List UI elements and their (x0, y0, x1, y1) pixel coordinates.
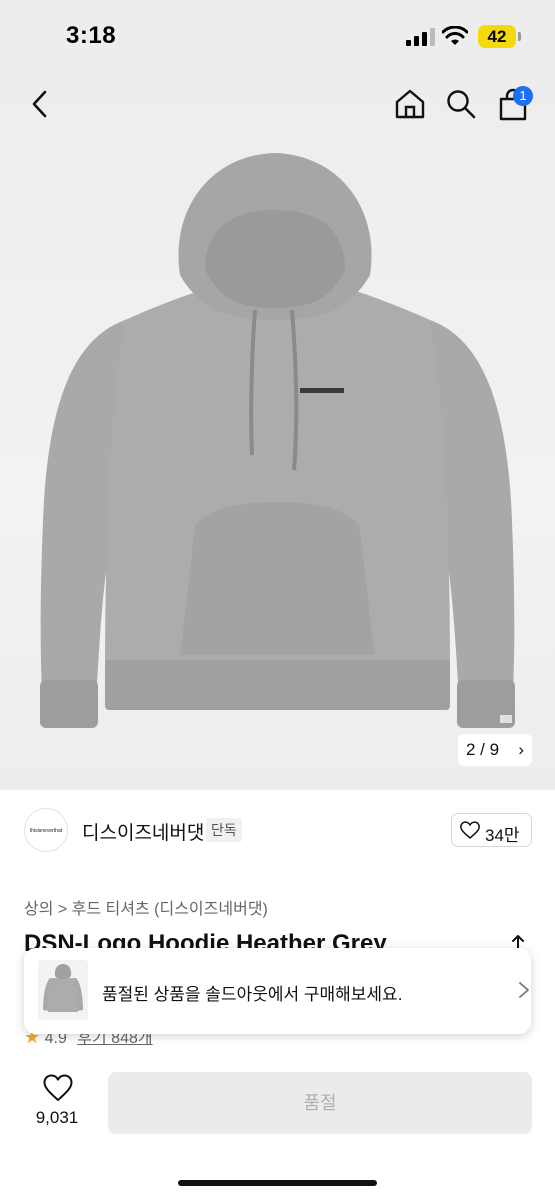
battery-tip (518, 32, 521, 41)
chevron-left-icon[interactable] (26, 88, 54, 120)
brand-name[interactable]: 디스이즈네버댓 (82, 818, 204, 845)
soldout-button[interactable]: 품절 (108, 1072, 532, 1134)
status-time: 3:18 (66, 22, 117, 49)
brand-like-count: 34만 (485, 826, 520, 845)
heart-icon (43, 1074, 73, 1101)
brand-like-button[interactable]: 34만 (451, 813, 532, 847)
status-bar: 3:18 42 (0, 0, 555, 72)
chevron-right-icon (519, 982, 529, 998)
toast-product-thumbnail (38, 960, 88, 1020)
image-counter[interactable]: 2 / 9 › (458, 734, 532, 766)
toast-message: 품절된 상품을 솔드아웃에서 구매해보세요. (102, 985, 403, 1004)
brand-logo[interactable]: thisisneverthat (24, 808, 68, 852)
home-indicator (178, 1180, 377, 1186)
breadcrumb[interactable]: 상의 > 후드 티셔츠 (디스이즈네버댓) (24, 895, 268, 919)
product-like-button[interactable]: 9,031 (28, 1074, 88, 1134)
hoodie-product-image (40, 153, 515, 728)
wifi-icon (442, 26, 468, 45)
exclusive-badge: 단독 (206, 818, 242, 842)
image-counter-text: 2 / 9 (466, 740, 500, 759)
battery-indicator: 42 (478, 25, 516, 48)
chevron-right-icon: › (518, 740, 524, 759)
search-icon[interactable] (446, 88, 476, 120)
home-icon[interactable] (394, 88, 426, 120)
heart-icon (460, 821, 480, 839)
cellular-signal-icon (406, 28, 435, 46)
product-like-count: 9,031 (35, 1108, 79, 1127)
cart-badge: 1 (513, 86, 533, 106)
soldout-toast[interactable]: 품절된 상품을 솔드아웃에서 구매해보세요. (24, 948, 531, 1034)
